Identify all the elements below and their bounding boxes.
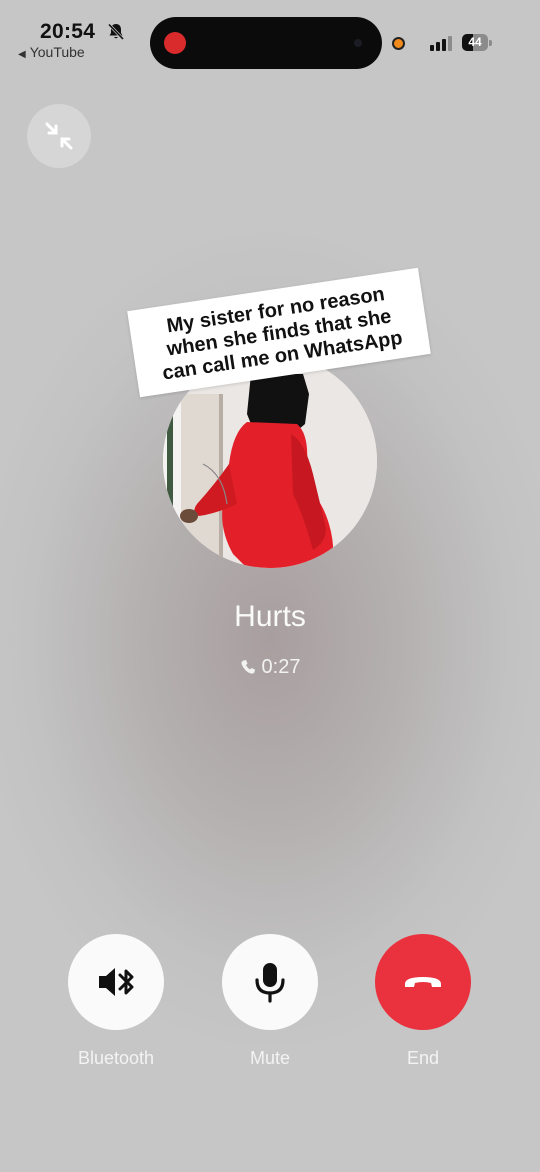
contact-name: Hurts: [234, 600, 306, 633]
bluetooth-label: Bluetooth: [77, 1048, 155, 1068]
mute-button[interactable]: [222, 934, 318, 1030]
hang-up-icon: [405, 977, 441, 987]
dynamic-island[interactable]: [150, 17, 382, 69]
bluetooth-button[interactable]: [68, 934, 164, 1030]
call-duration-text: 0:27: [261, 656, 301, 678]
speaker-bluetooth-icon: [99, 968, 134, 996]
front-camera: [354, 39, 362, 47]
mute-control: Mute: [222, 934, 318, 1069]
end-label: End: [406, 1048, 440, 1068]
minimize-call-button[interactable]: [27, 104, 91, 168]
cellular-signal-icon: [430, 35, 456, 51]
screen-record-icon: [164, 32, 186, 54]
camera-in-use-icon: [392, 37, 405, 50]
phone-icon: [240, 660, 255, 674]
status-time: 20:54: [40, 20, 96, 43]
back-app-label: YouTube: [29, 44, 85, 60]
end-call-button[interactable]: [375, 934, 471, 1030]
bell-slash-icon: [106, 22, 126, 42]
mute-label: Mute: [249, 1048, 291, 1068]
microphone-icon: [255, 963, 285, 1003]
minimize-icon: [45, 122, 73, 150]
end-control: End: [375, 934, 471, 1069]
battery-icon: 44: [462, 34, 492, 51]
battery-level: 44: [468, 35, 482, 49]
bluetooth-control: Bluetooth: [68, 934, 164, 1069]
call-duration: 0:27: [0, 656, 540, 679]
back-to-app-link[interactable]: ◀ YouTube: [18, 44, 85, 60]
back-arrow-icon: ◀: [18, 49, 26, 60]
status-bar: 20:54 ◀ YouTube 44: [0, 0, 540, 80]
